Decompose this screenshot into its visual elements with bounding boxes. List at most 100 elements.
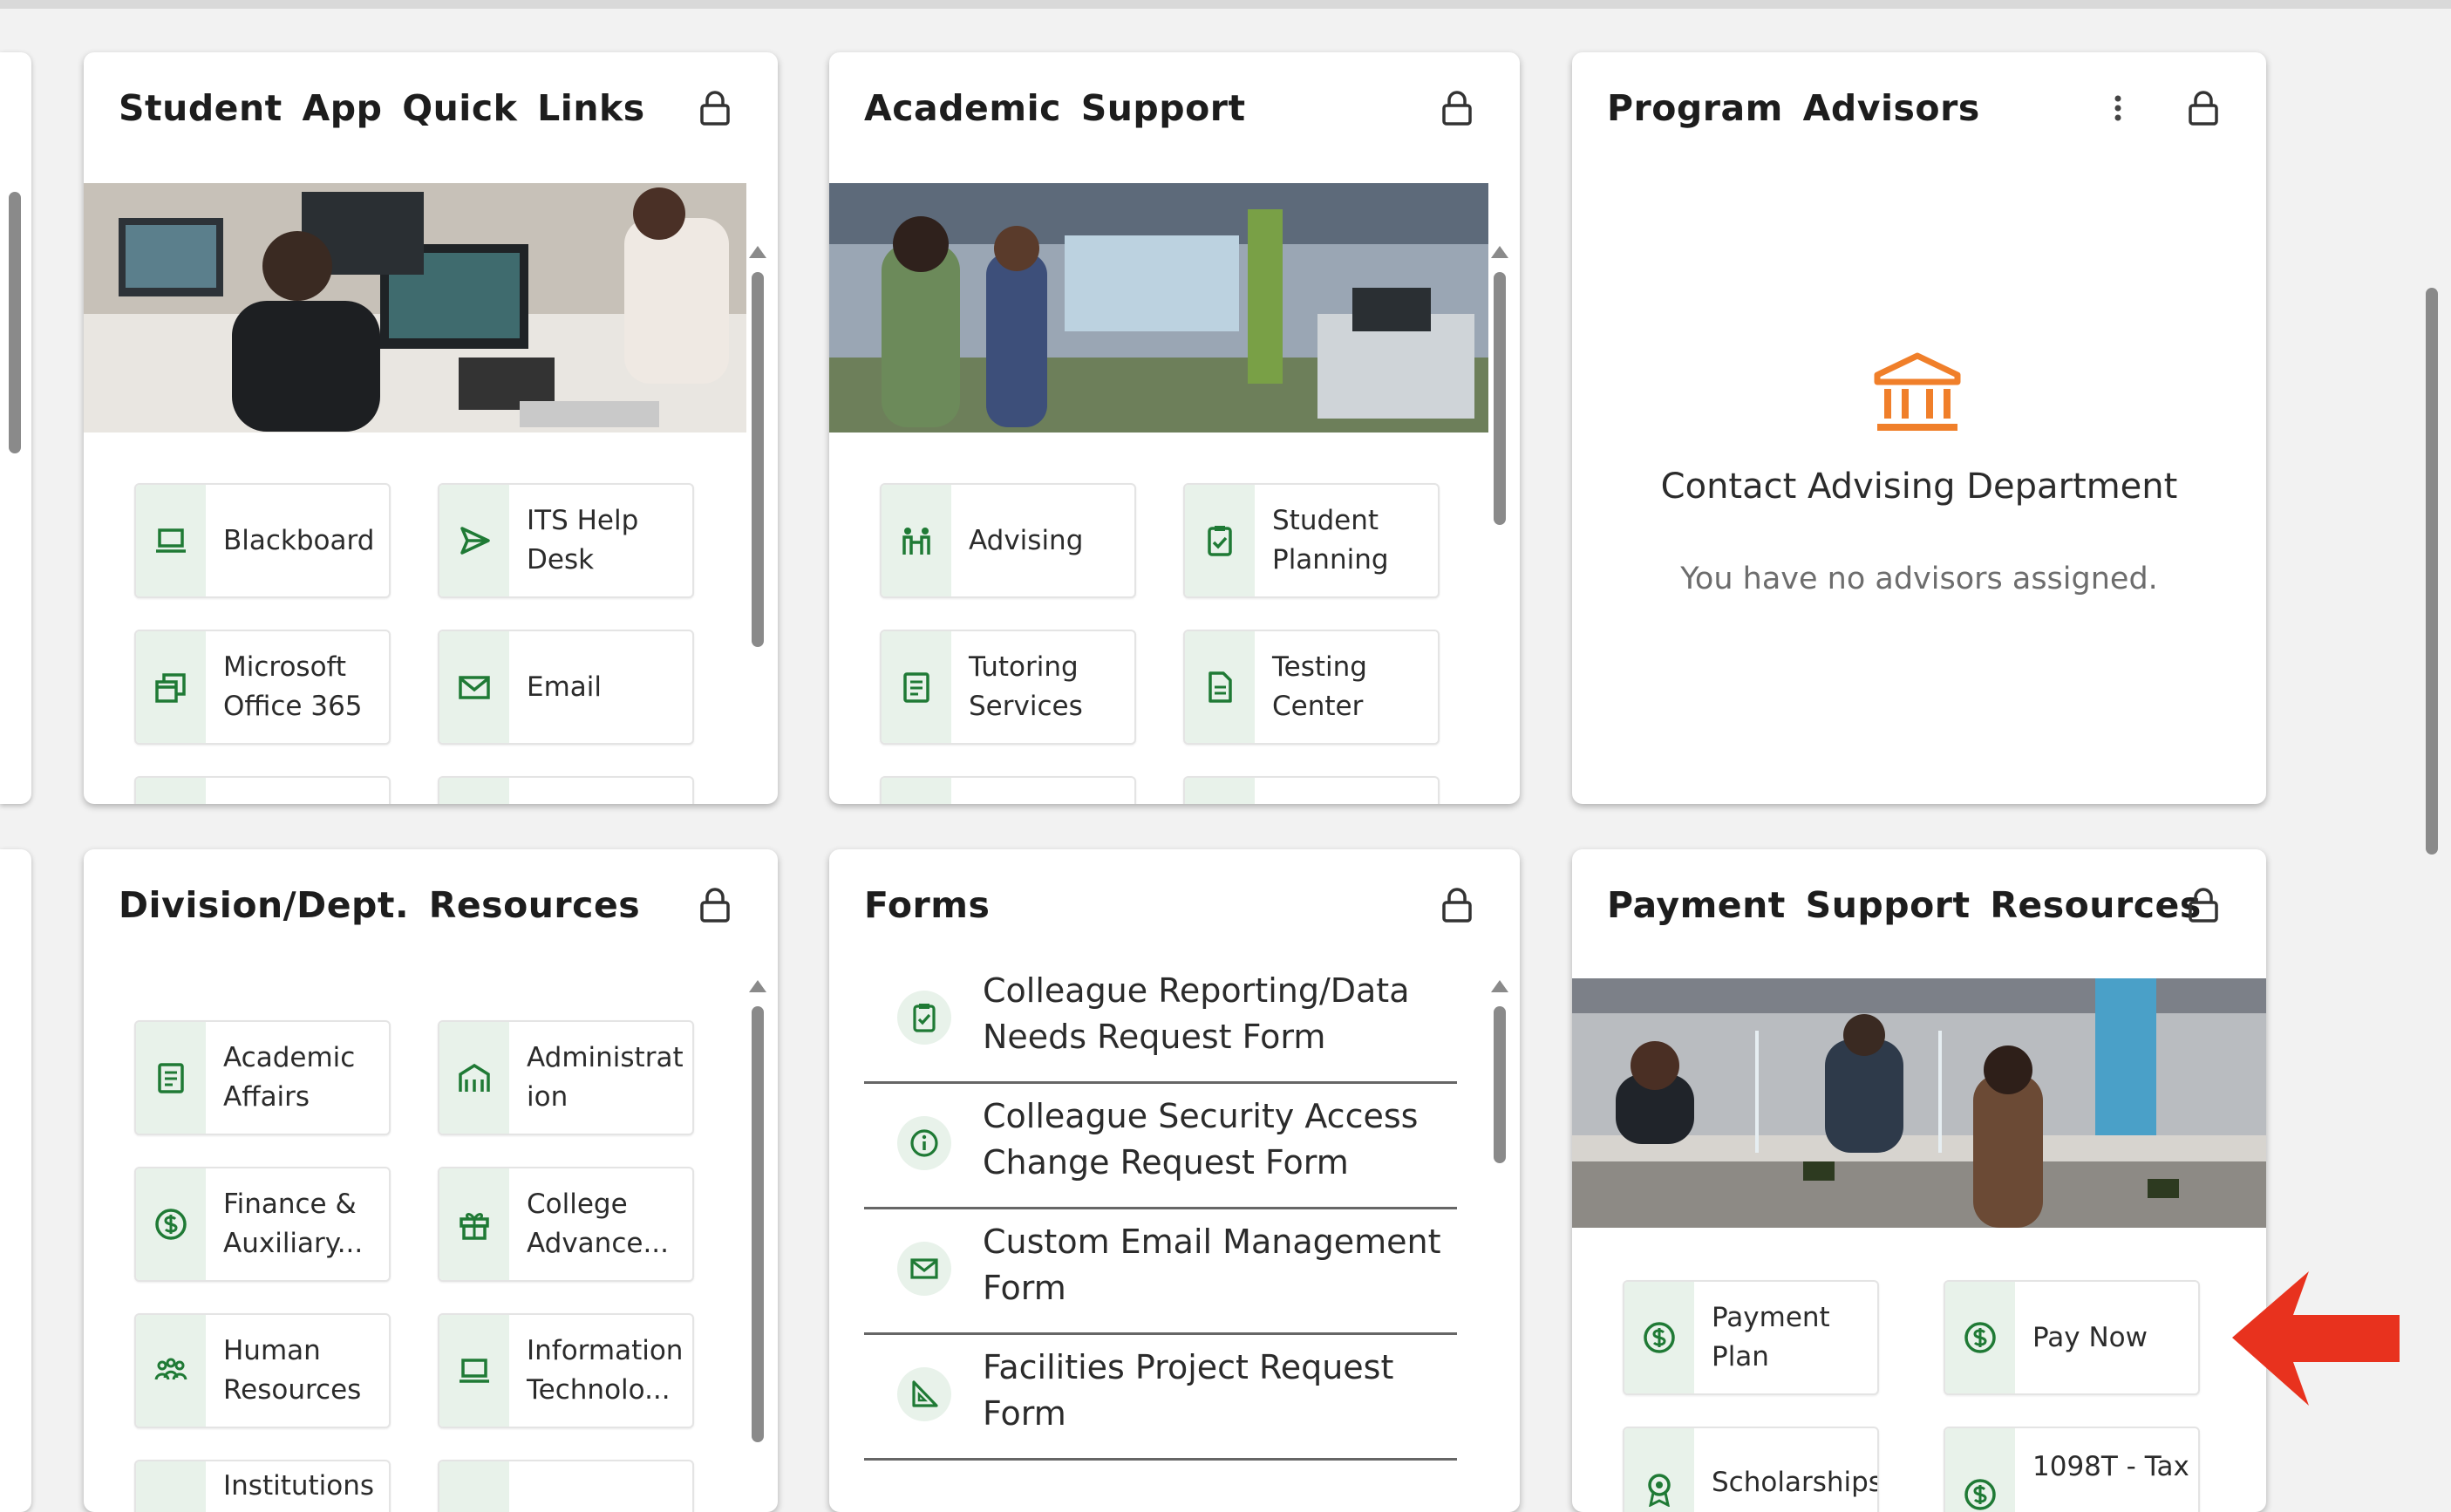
- card-academic-support: Academic Support Advising Student Planni…: [829, 52, 1520, 804]
- dollar-icon: [1644, 1322, 1675, 1353]
- tile-tutoring-services[interactable]: Tutoring Services: [880, 630, 1136, 745]
- no-advisors-message: You have no advisors assigned.: [1680, 562, 2158, 596]
- tile-partial[interactable]: [880, 776, 1136, 804]
- tile-1098t-tax[interactable]: 1098T - Tax: [1944, 1427, 2200, 1512]
- lock-icon[interactable]: [699, 91, 731, 126]
- tile-partial[interactable]: [1183, 776, 1440, 804]
- tile-label: Finance & Auxiliary...: [223, 1188, 364, 1259]
- page-scrollbar-thumb[interactable]: [2426, 288, 2438, 855]
- tile-label: Information Technolo...: [527, 1335, 684, 1406]
- tile-label: Advising: [969, 524, 1084, 556]
- info-icon: [910, 1129, 938, 1157]
- scrollbar-thumb[interactable]: [9, 192, 21, 453]
- computer-lab-photo: [84, 183, 746, 432]
- lock-icon[interactable]: [699, 888, 731, 923]
- award-icon: [1648, 1474, 1671, 1507]
- card-payment-support-resources: Payment Support Resources Payment Plan P…: [1572, 849, 2266, 1512]
- tile-partial[interactable]: [438, 1460, 694, 1512]
- laptop-icon: [156, 528, 186, 553]
- tile-testing-center[interactable]: Testing Center: [1183, 630, 1440, 745]
- dollar-icon: [155, 1209, 187, 1240]
- tile-partial[interactable]: [438, 776, 694, 804]
- tile-payment-plan[interactable]: Payment Plan: [1623, 1280, 1879, 1395]
- card-title: Division/Dept. Resources: [119, 884, 641, 926]
- tile-label: Scholarships: [1712, 1467, 1879, 1498]
- scroll-up-arrow[interactable]: [1491, 246, 1508, 258]
- form-item-label: Colleague Reporting/Data Needs Request F…: [983, 971, 1410, 1056]
- bank-icon: [1874, 352, 1961, 431]
- card-title: Student App Quick Links: [119, 87, 645, 129]
- tile-finance-auxiliary[interactable]: Finance & Auxiliary...: [134, 1167, 391, 1282]
- tile-label: Institutions: [223, 1470, 375, 1502]
- tile-label: Testing Center: [1272, 651, 1367, 722]
- lock-icon[interactable]: [1441, 888, 1473, 923]
- triangle-ruler-icon: [912, 1380, 938, 1407]
- scroll-up-arrow[interactable]: [749, 980, 766, 992]
- tile-human-resources[interactable]: Human Resources: [134, 1313, 391, 1428]
- lock-icon[interactable]: [2188, 91, 2219, 126]
- advisor-contact-label: Contact Advising Department: [1660, 467, 2178, 507]
- form-item-colleague-reporting[interactable]: Colleague Reporting/Data Needs Request F…: [864, 956, 1457, 1084]
- office-icon: [155, 673, 186, 703]
- academic-support-center-photo: [829, 183, 1488, 432]
- laptop-icon: [460, 1359, 489, 1383]
- mail-icon: [459, 676, 490, 699]
- clipboard-icon: [1208, 526, 1232, 556]
- tile-scholarships[interactable]: Scholarships: [1623, 1427, 1879, 1512]
- book-icon: [158, 1063, 184, 1093]
- more-options-icon[interactable]: [2113, 91, 2123, 126]
- scrollbar-thumb[interactable]: [752, 272, 764, 647]
- tile-label: Payment Plan: [1712, 1302, 1830, 1372]
- gift-icon: [460, 1213, 489, 1240]
- document-icon: [1208, 671, 1232, 703]
- scroll-up-arrow[interactable]: [1491, 980, 1508, 992]
- scrollbar-thumb[interactable]: [1494, 1006, 1506, 1163]
- tile-label: Pay Now: [2032, 1321, 2148, 1353]
- tile-institutions[interactable]: Institutions: [134, 1460, 391, 1512]
- scrollbar[interactable]: [1488, 980, 1511, 1512]
- scrollbar-thumb[interactable]: [1494, 272, 1506, 525]
- tile-label: Email: [527, 671, 603, 703]
- book-icon: [903, 672, 929, 703]
- form-item-label: Custom Email Management Form: [983, 1223, 1441, 1307]
- card-title: Forms: [864, 884, 991, 926]
- building-icon: [459, 1063, 490, 1092]
- tile-academic-affairs[interactable]: Academic Affairs: [134, 1020, 391, 1135]
- form-item-colleague-security[interactable]: Colleague Security Access Change Request…: [864, 1081, 1457, 1209]
- form-item-label: Colleague Security Access Change Request…: [983, 1097, 1419, 1182]
- scrollbar[interactable]: [746, 980, 769, 1512]
- tile-its-help-desk[interactable]: ITS Help Desk: [438, 483, 694, 598]
- form-item-custom-email[interactable]: Custom Email Management Form: [864, 1207, 1457, 1335]
- left-partial-card: [0, 52, 31, 804]
- tile-administration[interactable]: Administrat ion: [438, 1020, 694, 1135]
- tile-label: Administrat ion: [527, 1042, 684, 1113]
- tile-student-planning[interactable]: Student Planning: [1183, 483, 1440, 598]
- tile-email[interactable]: Email: [438, 630, 694, 745]
- payment-office-photo: [1572, 978, 2266, 1228]
- left-partial-card: [0, 849, 31, 1512]
- dollar-icon: [1964, 1322, 1996, 1353]
- mail-icon: [910, 1258, 938, 1279]
- lock-icon[interactable]: [2188, 888, 2219, 923]
- tile-advising[interactable]: Advising: [880, 483, 1136, 598]
- form-item-facilities[interactable]: Facilities Project Request Form: [864, 1332, 1457, 1461]
- tile-blackboard[interactable]: Blackboard: [134, 483, 391, 598]
- scrollbar[interactable]: [746, 183, 769, 793]
- tile-college-advancement[interactable]: College Advance...: [438, 1167, 694, 1282]
- scrollbar[interactable]: [1488, 183, 1511, 793]
- group-icon: [154, 1358, 187, 1380]
- tile-information-technology[interactable]: Information Technolo...: [438, 1313, 694, 1428]
- scrollbar-thumb[interactable]: [752, 1006, 764, 1442]
- clipboard-icon: [913, 1004, 936, 1032]
- scroll-up-arrow[interactable]: [749, 246, 766, 258]
- tile-pay-now[interactable]: Pay Now: [1944, 1280, 2200, 1395]
- tile-microsoft-office-365[interactable]: Microsoft Office 365: [134, 630, 391, 745]
- dollar-icon: [1964, 1479, 1996, 1510]
- card-title: Program Advisors: [1607, 87, 1980, 129]
- tile-label: Academic Affairs: [223, 1042, 356, 1113]
- card-division-dept-resources: Division/Dept. Resources Academic Affair…: [84, 849, 778, 1512]
- tile-label: ITS Help Desk: [527, 505, 639, 576]
- lock-icon[interactable]: [1441, 91, 1473, 126]
- form-item-label: Facilities Project Request Form: [983, 1348, 1394, 1433]
- tile-partial[interactable]: [134, 776, 391, 804]
